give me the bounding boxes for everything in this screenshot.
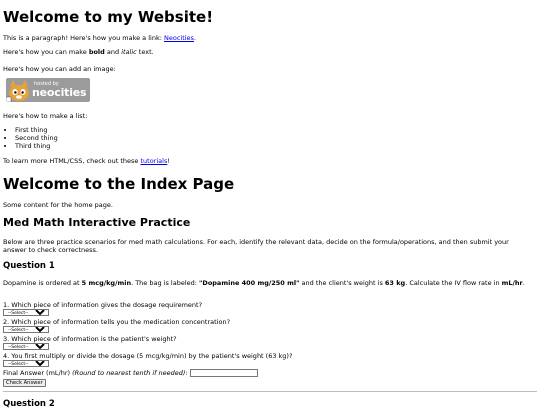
list-item: Second thing [15,134,58,142]
index-title: Welcome to the Index Page [3,175,235,193]
neocities-badge: hosted by neocities [6,78,90,102]
final-answer-input[interactable] [189,369,258,377]
index-text: Some content for the home page. [3,201,113,209]
question-1-prompt: Dopamine is ordered at 5 mcg/kg/min. The… [3,279,525,287]
page-title: Welcome to my Website! [3,8,214,26]
intro-format-paragraph: Here's how you can make bold and italic … [3,48,154,56]
intro-image-paragraph: Here's how you can add an image: [3,65,116,73]
intro-list-paragraph: Here's how to make a list: [3,112,88,120]
italic-text: italic [121,48,137,56]
question-1-item: 1. Which piece of information gives the … [3,301,202,317]
intro-link-paragraph: This is a paragraph! Here's how you make… [3,34,197,42]
check-answer-button[interactable]: Check Answer [3,379,46,387]
question-1-title: Question 1 [3,261,55,271]
question-1-item: 4. You first multiply or divide the dosa… [3,352,292,368]
tutorials-paragraph: To learn more HTML/CSS, check out these … [3,157,170,165]
tutorials-link[interactable]: tutorials [140,157,167,165]
final-answer-row: Final Answer (mL/hr) (Round to nearest t… [3,369,258,377]
question-2-title: Question 2 [3,399,55,409]
list-item: Third thing [15,142,58,150]
badge-neocities: neocities [32,86,87,99]
practice-intro: Below are three practice scenarios for m… [3,238,509,255]
example-list: First thing Second thing Third thing [3,126,58,150]
neocities-link[interactable]: Neocities [164,34,194,42]
dosage-select[interactable]: --Select-- [3,309,49,317]
practice-title: Med Math Interactive Practice [3,216,191,229]
operation-select[interactable]: --Select-- [3,360,49,368]
list-item: First thing [15,126,58,134]
question-1-item: 2. Which piece of information tells you … [3,318,230,334]
question-1-item: 3. Which piece of information is the pat… [3,335,177,351]
bold-text: bold [88,48,105,56]
concentration-select[interactable]: --Select-- [3,326,49,334]
weight-select[interactable]: --Select-- [3,343,49,351]
cat-mascot-icon [6,80,29,102]
section-divider [3,391,537,392]
